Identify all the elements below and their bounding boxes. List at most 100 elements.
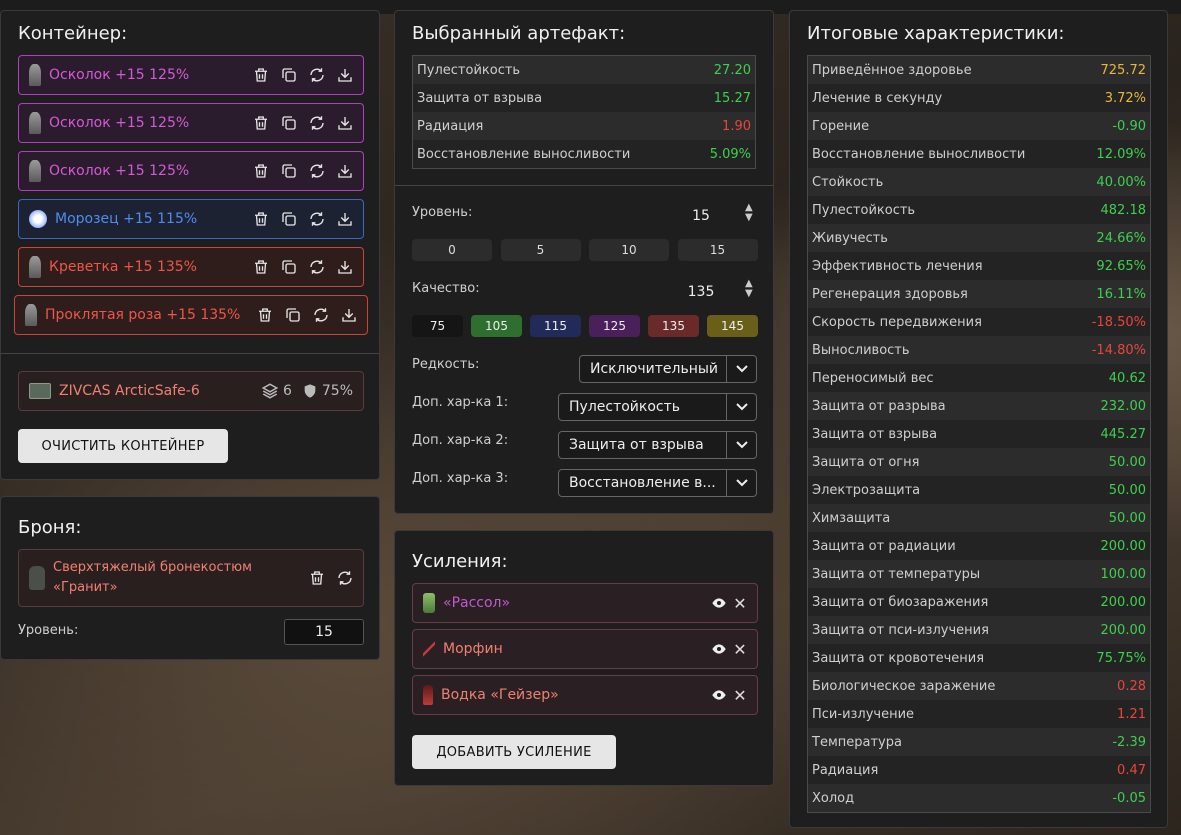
stat-row: Химзащита 50.00 [808,504,1150,532]
stat-row: Холод -0.05 [808,784,1150,812]
download-icon[interactable] [335,113,355,133]
extra2-select[interactable]: Защита от взрыва [558,431,757,459]
level-preset-button[interactable]: 15 [677,239,758,261]
swap-icon[interactable] [307,65,327,85]
chevron-down-icon[interactable]: ▼ [745,289,753,299]
stat-row: Приведённое здоровье 725.72 [808,56,1150,84]
quality-input[interactable]: 135 [661,279,741,305]
artifact-name: Осколок +15 125% [49,115,190,131]
trash-icon[interactable] [255,305,275,325]
extra3-label: Доп. хар-ка 3: [412,471,509,486]
trash-icon[interactable] [251,161,271,181]
quality-preset-button[interactable]: 105 [471,315,522,337]
copy-icon[interactable] [279,257,299,277]
stat-label: Защита от пси-излучения [812,622,989,638]
swap-icon[interactable] [311,305,331,325]
totals-panel: Итоговые характеристики: Приведённое здо… [789,10,1168,828]
quality-preset-button[interactable]: 125 [589,315,640,337]
container-item[interactable]: ZIVCAS ArcticSafe-6 6 75% [18,371,364,411]
stat-label: Защита от радиации [812,538,956,554]
artifact-icon [29,210,47,228]
swap-icon[interactable] [307,161,327,181]
level-label: Уровень: [412,205,473,220]
stat-row: Скорость передвижения -18.50% [808,308,1150,336]
artifact-row[interactable]: Осколок +15 125% [18,151,364,191]
boost-row[interactable]: «Рассол» ✕ [412,583,758,623]
level-preset-button[interactable]: 10 [589,239,669,261]
clear-container-button[interactable]: ОЧИСТИТЬ КОНТЕЙНЕР [18,429,228,463]
quality-preset-button[interactable]: 115 [530,315,581,337]
level-spinner[interactable]: ▲ ▼ [745,203,753,223]
add-boost-button[interactable]: ДОБАВИТЬ УСИЛЕНИЕ [412,735,616,769]
stat-label: Восстановление выносливости [812,146,1026,162]
download-icon[interactable] [335,65,355,85]
armor-level-input[interactable]: 15 [284,619,364,645]
copy-icon[interactable] [283,305,303,325]
trash-icon[interactable] [251,209,271,229]
rarity-select[interactable]: Исключительный [579,355,757,383]
eye-icon[interactable] [709,639,729,659]
boost-row[interactable]: Морфин ✕ [412,629,758,669]
trash-icon[interactable] [251,257,271,277]
download-icon[interactable] [335,161,355,181]
artifact-row[interactable]: Креветка +15 135% [18,247,364,287]
download-icon[interactable] [339,305,359,325]
stat-value: 725.72 [1100,62,1147,78]
trash-icon[interactable] [251,113,271,133]
swap-icon[interactable] [307,113,327,133]
stat-label: Выносливость [812,342,910,358]
quality-preset-button[interactable]: 75 [412,315,463,337]
stat-row: Электрозащита 50.00 [808,476,1150,504]
armor-item[interactable]: Сверхтяжелый бронекостюм «Гранит» [18,549,364,607]
trash-icon[interactable] [307,568,327,588]
extra1-select[interactable]: Пулестойкость [558,393,757,421]
extra3-select[interactable]: Восстановление в... [558,469,757,497]
artifact-row[interactable]: Морозец +15 115% [18,199,364,239]
quality-preset-button[interactable]: 145 [707,315,758,337]
boost-row[interactable]: Водка «Гейзер» ✕ [412,675,758,715]
stat-value: -0.90 [1112,118,1146,134]
stat-value: 445.27 [1100,426,1147,442]
stat-row: Защита от радиации 200.00 [808,532,1150,560]
quality-preset-button[interactable]: 135 [648,315,699,337]
artifact-icon [29,160,41,182]
totals-stats-table: Приведённое здоровье 725.72 Лечение в сек… [807,55,1151,813]
eye-icon[interactable] [709,685,729,705]
artifact-row[interactable]: Осколок +15 125% [18,55,364,95]
copy-icon[interactable] [279,209,299,229]
chevron-down-icon [726,356,756,382]
stat-row: Лечение в секунду 3.72% [808,84,1150,112]
copy-icon[interactable] [279,161,299,181]
artifact-name: Морозец +15 115% [55,211,198,227]
swap-icon[interactable] [307,209,327,229]
download-icon[interactable] [335,209,355,229]
stat-value: -0.05 [1112,790,1146,806]
close-icon[interactable]: ✕ [729,686,751,705]
download-icon[interactable] [335,257,355,277]
artifact-icon [29,256,41,278]
eye-icon[interactable] [709,593,729,613]
stat-row: Восстановление выносливости 12.09% [808,140,1150,168]
stat-value: 40.62 [1108,370,1146,386]
level-preset-button[interactable]: 0 [412,239,492,261]
swap-icon[interactable] [307,257,327,277]
swap-icon[interactable] [335,568,355,588]
artifact-row[interactable]: Осколок +15 125% [18,103,364,143]
quality-spinner[interactable]: ▲ ▼ [745,279,753,299]
stat-row: Пси-излучение 1.21 [808,700,1150,728]
stat-value: 0.47 [1117,762,1146,778]
armor-panel: Броня: Сверхтяжелый бронекостюм «Гранит»… [0,496,380,660]
copy-icon[interactable] [279,65,299,85]
stat-value: 12.09% [1096,146,1146,162]
level-preset-button[interactable]: 5 [500,239,581,261]
stat-row: Восстановление выносливости 5.09% [413,140,755,168]
trash-icon[interactable] [251,65,271,85]
copy-icon[interactable] [279,113,299,133]
close-icon[interactable]: ✕ [729,640,751,659]
chevron-down-icon[interactable]: ▼ [745,213,753,223]
artifact-row[interactable]: Проклятая роза +15 135% [14,295,368,335]
stat-label: Стойкость [812,174,884,190]
close-icon[interactable]: ✕ [729,594,751,613]
level-input[interactable]: 15 [661,203,741,229]
syringe-icon [423,639,435,659]
